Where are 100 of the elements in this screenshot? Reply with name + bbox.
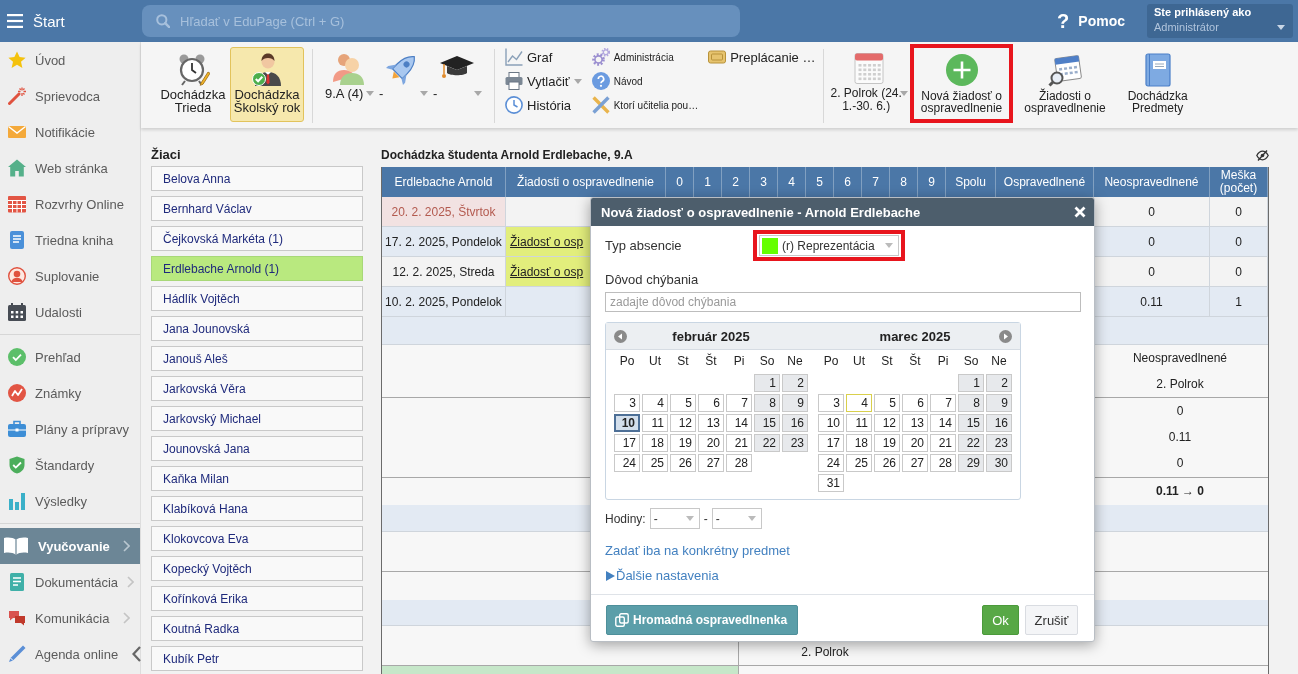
calendar-day[interactable]: 25 bbox=[846, 454, 872, 472]
student-item[interactable]: Jounovská Jana bbox=[151, 436, 363, 461]
calendar-day[interactable]: 19 bbox=[670, 434, 696, 452]
toolbar-link[interactable]: Preplácanie … bbox=[708, 47, 816, 67]
calendar-day[interactable]: 28 bbox=[930, 454, 956, 472]
sidebar-item[interactable]: Triedna kniha bbox=[0, 222, 140, 258]
calendar-day[interactable]: 1 bbox=[958, 374, 984, 392]
sidebar-item[interactable]: Komunikácia bbox=[0, 600, 140, 636]
sidebar-item[interactable]: Agenda online bbox=[0, 636, 129, 672]
reason-field[interactable]: zadajte dôvod chýbania bbox=[605, 292, 1081, 312]
toolbar-link[interactable]: Graf bbox=[505, 47, 582, 67]
hour-select[interactable]: - bbox=[649, 508, 700, 529]
calendar-day[interactable]: 8 bbox=[958, 394, 984, 412]
sidebar-item[interactable]: Sprievodca bbox=[0, 78, 140, 114]
eye-slash-icon[interactable] bbox=[1256, 149, 1269, 161]
close-icon[interactable] bbox=[1074, 206, 1086, 218]
filter-dropdown[interactable]: - bbox=[376, 47, 430, 122]
toolbar-button[interactable]: Žiadosti o ospravedlnenie bbox=[1013, 44, 1117, 123]
calendar-day[interactable]: 22 bbox=[754, 434, 780, 452]
toolbar-button[interactable]: Dochádzka Trieda bbox=[156, 47, 230, 122]
sidebar-item[interactable]: Udalosti bbox=[0, 294, 140, 330]
toolbar-link[interactable]: Návod bbox=[591, 71, 699, 91]
student-item[interactable]: Erdlebache Arnold (1) bbox=[151, 256, 363, 281]
calendar-day[interactable]: 15 bbox=[754, 414, 780, 432]
sidebar-item[interactable]: Prehľad bbox=[0, 339, 140, 375]
calendar-day[interactable]: 16 bbox=[782, 414, 808, 432]
sidebar-item[interactable]: Plány a prípravy bbox=[0, 411, 140, 447]
calendar-day[interactable]: 14 bbox=[930, 414, 956, 432]
sidebar-item[interactable]: Notifikácie bbox=[0, 114, 140, 150]
calendar-day[interactable]: 6 bbox=[698, 394, 724, 412]
student-item[interactable]: Klabíková Hana bbox=[151, 496, 363, 521]
calendar-day[interactable]: 16 bbox=[986, 414, 1012, 432]
calendar-day[interactable]: 23 bbox=[986, 434, 1012, 452]
calendar-day[interactable]: 20 bbox=[902, 434, 928, 452]
calendar-day[interactable]: 3 bbox=[818, 394, 844, 412]
home-link[interactable]: Štart bbox=[33, 12, 65, 30]
request-link[interactable]: Žiadosť o osp bbox=[510, 234, 584, 249]
calendar-day[interactable]: 18 bbox=[642, 434, 668, 452]
arrow-left-icon[interactable] bbox=[614, 329, 627, 343]
calendar-day[interactable]: 14 bbox=[726, 414, 752, 432]
absence-type-select[interactable]: (r) Reprezentácia bbox=[759, 235, 899, 256]
calendar-day[interactable]: 13 bbox=[698, 414, 724, 432]
sidebar-item[interactable]: Dokumentácia bbox=[0, 564, 145, 600]
student-item[interactable]: Jana Jounovská bbox=[151, 316, 363, 341]
calendar-day[interactable]: 7 bbox=[726, 394, 752, 412]
calendar-day[interactable]: 20 bbox=[698, 434, 724, 452]
chevron-left-icon[interactable] bbox=[132, 646, 142, 662]
calendar-day[interactable]: 3 bbox=[614, 394, 640, 412]
toolbar-link[interactable]: História bbox=[505, 95, 582, 115]
filter-dropdown[interactable]: - bbox=[430, 47, 484, 122]
calendar-day[interactable]: 27 bbox=[698, 454, 724, 472]
sidebar-item[interactable]: Web stránka bbox=[0, 150, 140, 186]
calendar-day[interactable]: 12 bbox=[670, 414, 696, 432]
calendar-day[interactable]: 30 bbox=[986, 454, 1012, 472]
student-item[interactable]: Koutná Radka bbox=[151, 616, 363, 641]
calendar-day[interactable]: 4 bbox=[846, 394, 872, 412]
request-link[interactable]: Žiadosť o osp bbox=[510, 264, 584, 279]
calendar-day[interactable]: 26 bbox=[670, 454, 696, 472]
calendar-day[interactable]: 21 bbox=[930, 434, 956, 452]
period-dropdown[interactable]: 2. Polrok (24. 1.-30. 6.) bbox=[828, 47, 910, 122]
calendar-day[interactable]: 10 bbox=[614, 414, 640, 432]
calendar-day[interactable]: 31 bbox=[818, 474, 844, 492]
calendar-day[interactable]: 2 bbox=[986, 374, 1012, 392]
sidebar-item[interactable]: Výsledky bbox=[0, 483, 140, 519]
calendar-day[interactable]: 13 bbox=[902, 414, 928, 432]
student-item[interactable]: Jarkovská Věra bbox=[151, 376, 363, 401]
calendar-day[interactable]: 17 bbox=[818, 434, 844, 452]
cancel-button[interactable]: Zrušiť bbox=[1025, 605, 1078, 635]
toolbar-link[interactable]: Vytlačiť bbox=[505, 71, 582, 91]
account-menu[interactable]: Ste prihlásený ako Administrátor bbox=[1147, 4, 1293, 38]
filter-dropdown[interactable]: 9.A (4) bbox=[322, 47, 376, 122]
calendar-day[interactable]: 10 bbox=[818, 414, 844, 432]
calendar-day[interactable]: 23 bbox=[782, 434, 808, 452]
search-field[interactable]: Hľadať v EduPage (Ctrl + G) bbox=[142, 5, 740, 37]
toolbar-link[interactable]: Ktorí učitelia pou… bbox=[591, 95, 699, 115]
student-item[interactable]: Klokovcova Eva bbox=[151, 526, 363, 551]
calendar-day[interactable]: 11 bbox=[642, 414, 668, 432]
calendar-day[interactable]: 24 bbox=[818, 454, 844, 472]
student-item[interactable]: Kořínková Erika bbox=[151, 586, 363, 611]
calendar-day[interactable]: 18 bbox=[846, 434, 872, 452]
sidebar-item[interactable]: Vyučovanie bbox=[0, 528, 140, 564]
sidebar-item[interactable]: Známky bbox=[0, 375, 140, 411]
calendar-day[interactable]: 25 bbox=[642, 454, 668, 472]
more-settings-link[interactable]: Ďalšie nastavenia bbox=[605, 569, 719, 583]
calendar-day[interactable]: 11 bbox=[846, 414, 872, 432]
sidebar-item[interactable]: Suplovanie bbox=[0, 258, 140, 294]
calendar-day[interactable]: 12 bbox=[874, 414, 900, 432]
help-button[interactable]: ? Pomoc bbox=[1057, 11, 1125, 31]
menu-icon[interactable] bbox=[7, 14, 23, 28]
calendar-day[interactable]: 6 bbox=[902, 394, 928, 412]
student-item[interactable]: Bernhard Václav bbox=[151, 196, 363, 221]
student-item[interactable]: Janouš Aleš bbox=[151, 346, 363, 371]
calendar-day[interactable]: 17 bbox=[614, 434, 640, 452]
calendar-day[interactable]: 29 bbox=[958, 454, 984, 472]
toolbar-button[interactable]: Dochádzka Predmety bbox=[1116, 44, 1199, 123]
student-item[interactable]: Belova Anna bbox=[151, 166, 363, 191]
calendar-day[interactable]: 9 bbox=[782, 394, 808, 412]
student-item[interactable]: Čejkovská Markéta (1) bbox=[151, 226, 363, 251]
toolbar-button[interactable]: Nová žiadosť o ospravedlnenie bbox=[909, 44, 1014, 123]
calendar-day[interactable]: 27 bbox=[902, 454, 928, 472]
